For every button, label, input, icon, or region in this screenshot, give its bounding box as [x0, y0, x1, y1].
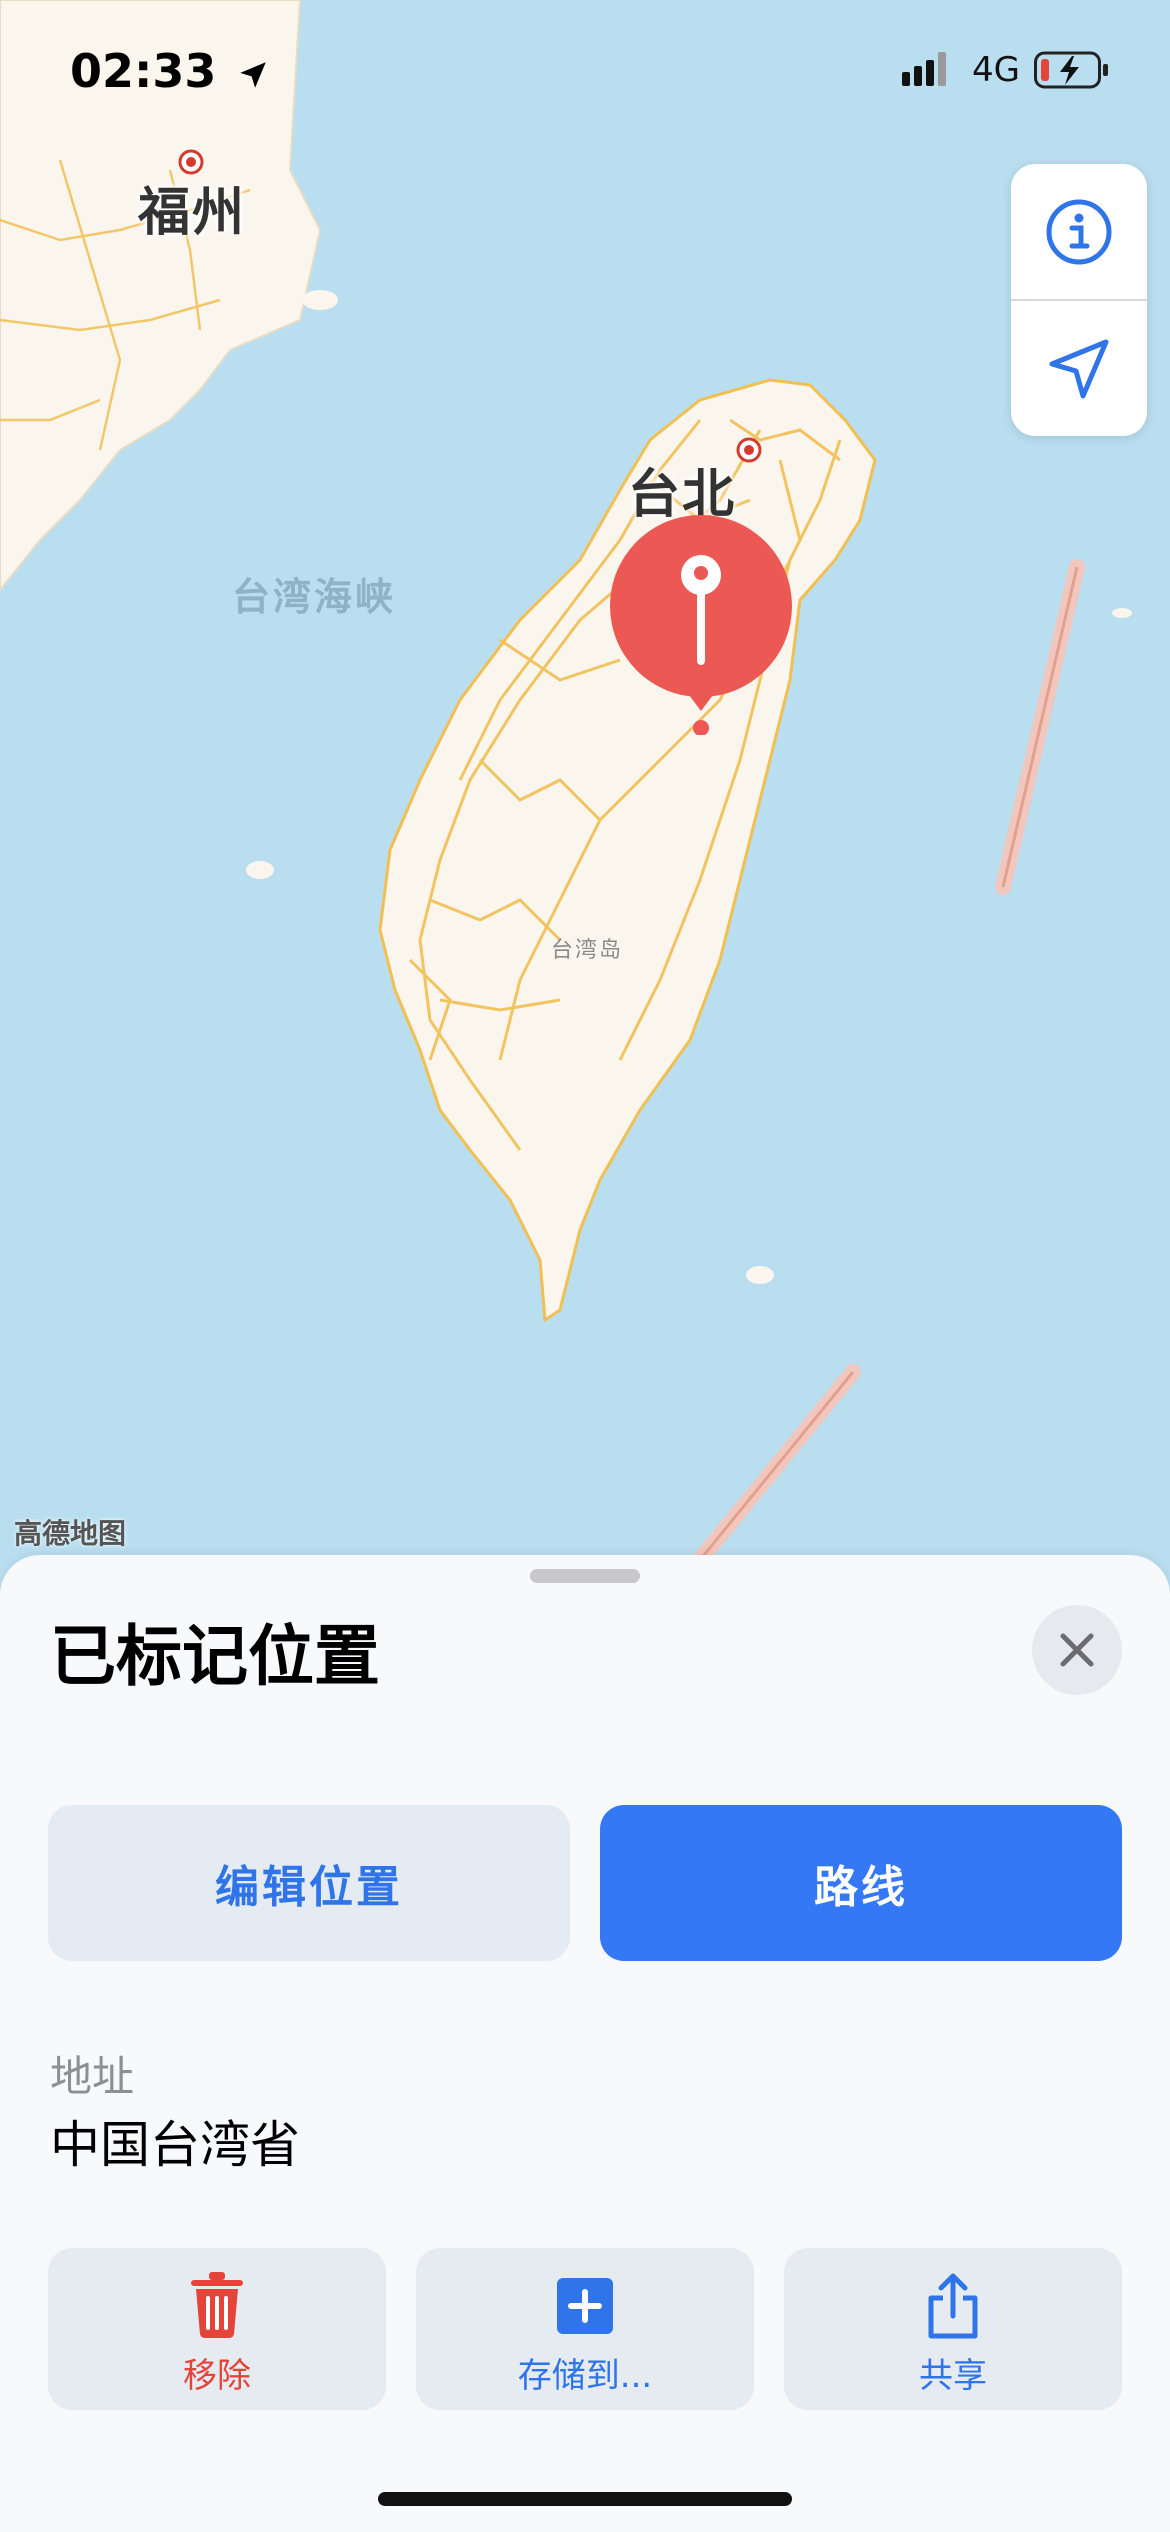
share-button[interactable]: 共享: [784, 2248, 1122, 2410]
info-button[interactable]: [1011, 164, 1147, 300]
status-bar: 02:33 4G: [0, 0, 1170, 140]
share-icon: [928, 2273, 978, 2339]
pin-icon: [610, 515, 792, 735]
map-credit: 高德地图: [14, 1517, 127, 1550]
status-time: 02:33: [70, 44, 270, 98]
battery-charging-icon: [1034, 51, 1108, 89]
address-label: 地址: [50, 2052, 135, 2101]
location-arrow-icon: [1049, 339, 1109, 399]
home-indicator[interactable]: [378, 2492, 792, 2506]
edit-location-button[interactable]: 编辑位置: [48, 1805, 570, 1961]
info-icon: [1046, 199, 1112, 265]
place-sheet: 已标记位置 编辑位置 路线 地址 中国台湾省 移除 存储到... 共享: [0, 1555, 1170, 2532]
add-square-icon: [557, 2278, 613, 2334]
sheet-grabber[interactable]: [530, 1569, 640, 1583]
location-arrow-icon: [240, 61, 267, 88]
share-label: 共享: [919, 2356, 987, 2396]
save-to-label: 存储到...: [517, 2356, 653, 2396]
status-right: 4G: [902, 50, 1110, 90]
save-to-button[interactable]: 存储到...: [416, 2248, 754, 2410]
close-button[interactable]: [1032, 1605, 1122, 1695]
dropped-pin-marker[interactable]: [610, 515, 792, 735]
map-controls: [1011, 164, 1147, 436]
close-icon: [1060, 1633, 1094, 1667]
network-type: 4G: [972, 50, 1020, 90]
signal-icon: [902, 52, 947, 86]
island-label: 台湾岛: [551, 938, 624, 963]
route-button[interactable]: 路线: [600, 1805, 1122, 1961]
city-label-fuzhou: 福州: [138, 183, 247, 243]
address-value: 中国台湾省: [50, 2116, 300, 2174]
remove-button[interactable]: 移除: [48, 2248, 386, 2410]
sea-label: 台湾海峡: [232, 575, 397, 619]
sheet-title: 已标记位置: [50, 1618, 380, 1695]
locate-me-button[interactable]: [1011, 301, 1147, 436]
map-view[interactable]: 福州 台北 台湾海峡 台湾岛 高德地图: [0, 0, 1170, 1580]
remove-label: 移除: [183, 2356, 251, 2396]
trash-icon: [191, 2272, 243, 2338]
